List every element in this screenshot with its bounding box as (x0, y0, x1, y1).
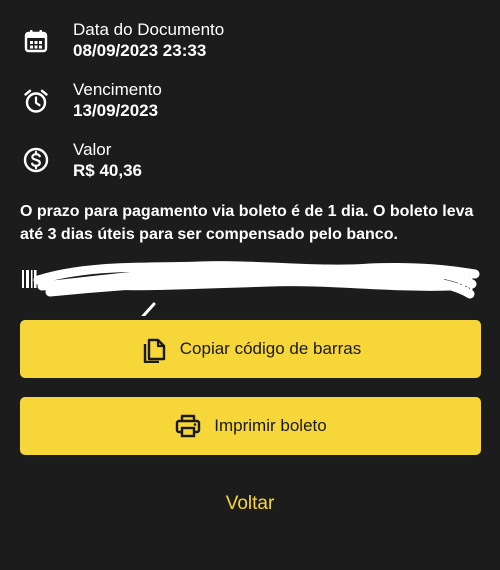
amount-label: Valor (73, 140, 112, 159)
alarm-clock-icon (22, 87, 50, 115)
barcode-area[interactable] (20, 258, 482, 316)
due-date-label: Vencimento (73, 80, 162, 99)
due-date-row: Vencimento 13/09/2023 (0, 80, 500, 130)
document-date-row: Data do Documento 08/09/2023 23:33 (0, 20, 500, 70)
copy-icon (140, 335, 168, 363)
document-date-value: 08/09/2023 23:33 (73, 41, 207, 60)
back-link[interactable]: Voltar (0, 490, 500, 518)
print-boleto-label: Imprimir boleto (214, 416, 327, 435)
barcode-icon (22, 261, 480, 316)
calendar-icon (22, 27, 50, 55)
document-date-label: Data do Documento (73, 20, 225, 39)
boleto-screen: Data do Documento 08/09/2023 23:33 Venci… (0, 0, 500, 570)
dollar-coin-icon (22, 146, 50, 174)
payment-notice: O prazo para pagamento via boleto é de 1… (20, 203, 474, 243)
copy-barcode-button[interactable]: Copiar código de barras (20, 320, 481, 378)
copy-barcode-label: Copiar código de barras (179, 339, 362, 358)
amount-value: R$ 40,36 (73, 161, 142, 180)
amount-row: Valor R$ 40,36 (0, 140, 500, 190)
due-date-value: 13/09/2023 (73, 101, 159, 120)
print-boleto-button[interactable]: Imprimir boleto (20, 397, 481, 455)
printer-icon (174, 412, 202, 440)
